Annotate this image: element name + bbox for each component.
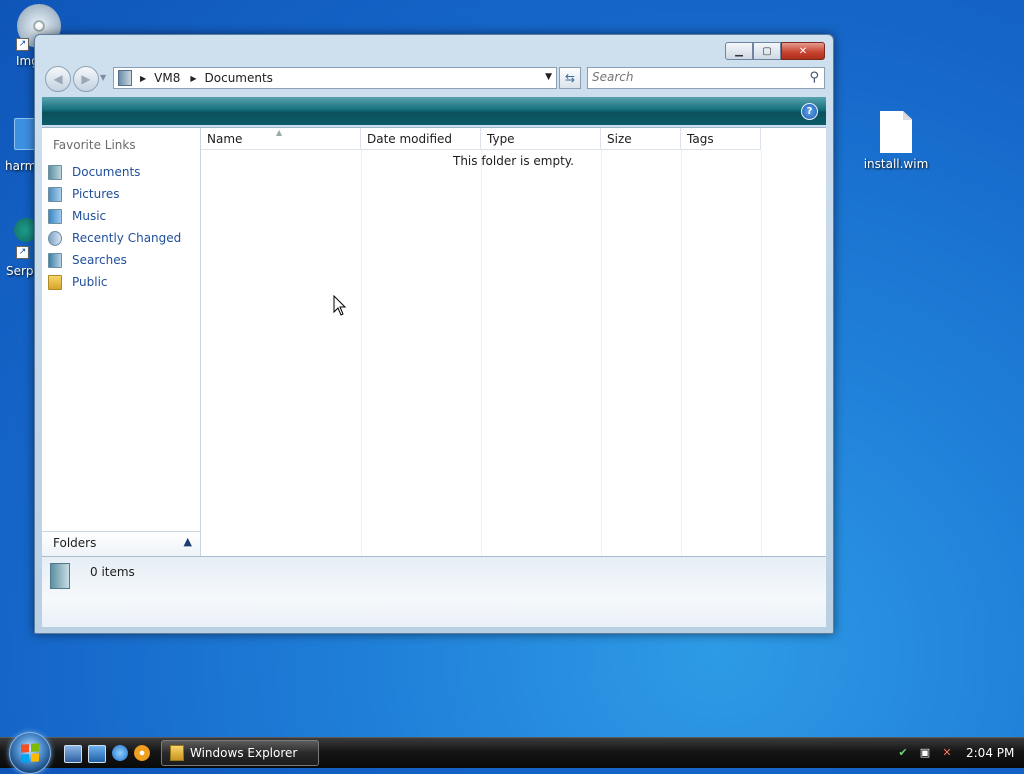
favorite-link-recently-changed[interactable]: Recently Changed (48, 227, 181, 249)
details-pane: 0 items (42, 556, 826, 627)
favorite-link-label: Documents (72, 165, 141, 179)
help-icon[interactable]: ? (801, 103, 818, 120)
close-button[interactable]: ✕ (781, 42, 825, 60)
volume-muted-icon[interactable]: ✕ (940, 746, 954, 760)
column-divider (681, 150, 682, 556)
navigation-pane: Favorite Links Documents Pictures Music … (42, 128, 201, 556)
column-header-size[interactable]: Size (601, 128, 681, 150)
shortcut-arrow-icon: ↗ (16, 38, 29, 51)
refresh-button[interactable]: ⇆ (559, 67, 581, 89)
system-tray: ✔ ▣ ✕ 2:04 PM (888, 738, 1024, 768)
taskbar-button-label: Windows Explorer (190, 746, 298, 760)
breadcrumb-vm8[interactable]: VM8 (154, 71, 180, 85)
internet-explorer-icon[interactable] (112, 745, 128, 761)
column-header-type[interactable]: Type (481, 128, 601, 150)
favorite-links-heading: Favorite Links (53, 138, 136, 152)
column-divider (361, 150, 362, 556)
minimize-button[interactable]: ▁ (725, 42, 753, 60)
security-check-icon[interactable]: ✔ (896, 746, 910, 760)
favorite-link-label: Pictures (72, 187, 120, 201)
show-desktop-icon[interactable] (64, 745, 82, 763)
search-box: ⚲ (587, 67, 825, 89)
forward-button[interactable]: ▶ (73, 66, 99, 92)
address-bar[interactable]: ▶ VM8 ▶ Documents ▼ (113, 67, 557, 89)
desktop-icon-label-harm: harm (5, 159, 37, 173)
back-button[interactable]: ◀ (45, 66, 71, 92)
favorite-link-pictures[interactable]: Pictures (48, 183, 181, 205)
harm-shortcut-icon[interactable] (14, 118, 36, 150)
shortcut-arrow-icon: ↗ (16, 246, 29, 259)
favorite-link-label: Recently Changed (72, 231, 182, 245)
column-header-label: Name (207, 132, 243, 146)
folder-icon (170, 745, 184, 761)
maximize-button[interactable]: ▢ (753, 42, 781, 60)
pictures-icon (48, 186, 62, 202)
search-input[interactable] (588, 68, 796, 86)
documents-folder-icon (50, 563, 70, 589)
column-header-tags[interactable]: Tags (681, 128, 761, 150)
desktop-icon-install-wim[interactable]: install.wim (856, 111, 936, 171)
music-icon (48, 208, 62, 224)
favorite-link-public[interactable]: Public (48, 271, 181, 293)
caption-buttons: ▁ ▢ ✕ (725, 42, 825, 60)
navigation-bar: ◀ ▶ ▼ ▶ VM8 ▶ Documents ▼ ⇆ ⚲ (43, 65, 825, 92)
command-bar: ? (42, 97, 826, 125)
taskbar-button-windows-explorer[interactable]: Windows Explorer (161, 740, 319, 766)
breadcrumb-documents[interactable]: Documents (205, 71, 273, 85)
favorite-link-label: Public (72, 275, 108, 289)
column-divider (601, 150, 602, 556)
sort-ascending-icon: ▲ (276, 128, 283, 137)
favorite-link-label: Searches (72, 253, 127, 267)
computer-icon (118, 70, 132, 86)
network-icon[interactable]: ▣ (918, 746, 932, 760)
switch-windows-icon[interactable] (88, 745, 106, 763)
empty-folder-message: This folder is empty. (453, 154, 574, 168)
folders-toggle[interactable]: Folders ▲ (42, 531, 200, 556)
column-header-label: Type (487, 132, 515, 146)
column-header-name[interactable]: ▲ Name (201, 128, 361, 150)
column-header-date-modified[interactable]: Date modified (361, 128, 481, 150)
breadcrumb-separator-icon[interactable]: ▶ (140, 74, 146, 83)
documents-icon (48, 164, 62, 180)
explorer-window: ▁ ▢ ✕ ◀ ▶ ▼ ▶ VM8 ▶ Documents ▼ ⇆ ⚲ ? Fa… (34, 34, 834, 634)
favorite-link-music[interactable]: Music (48, 205, 181, 227)
favorite-links-list: Documents Pictures Music Recently Change… (48, 161, 181, 293)
breadcrumb-separator-icon[interactable]: ▶ (190, 74, 196, 83)
recent-pages-dropdown[interactable]: ▼ (100, 73, 106, 82)
content-area: Favorite Links Documents Pictures Music … (42, 127, 826, 556)
clock[interactable]: 2:04 PM (966, 746, 1014, 760)
column-header-label: Size (607, 132, 632, 146)
quick-launch (64, 745, 150, 763)
favorite-link-label: Music (72, 209, 107, 223)
favorite-link-searches[interactable]: Searches (48, 249, 181, 271)
address-dropdown-icon[interactable]: ▼ (545, 72, 552, 82)
column-header-label: Date modified (367, 132, 453, 146)
recently-changed-icon (48, 230, 62, 246)
column-divider (481, 150, 482, 556)
column-divider (761, 150, 762, 556)
taskbar: Windows Explorer ✔ ▣ ✕ 2:04 PM (0, 732, 1024, 774)
item-count: 0 items (90, 565, 135, 579)
chevron-up-icon[interactable]: ▲ (184, 535, 192, 548)
folders-label: Folders (53, 536, 97, 550)
search-icon[interactable]: ⚲ (809, 70, 819, 85)
media-player-icon[interactable] (134, 745, 150, 761)
windows-logo-icon (21, 743, 39, 763)
desktop-icon-label: install.wim (863, 157, 929, 171)
favorite-link-documents[interactable]: Documents (48, 161, 181, 183)
public-folder-icon (48, 274, 62, 290)
column-header-label: Tags (687, 132, 714, 146)
mouse-cursor-icon (333, 295, 347, 316)
file-list[interactable]: ▲ Name Date modified Type Size Tags This… (201, 128, 826, 556)
file-icon (880, 111, 912, 153)
searches-icon (48, 252, 62, 268)
